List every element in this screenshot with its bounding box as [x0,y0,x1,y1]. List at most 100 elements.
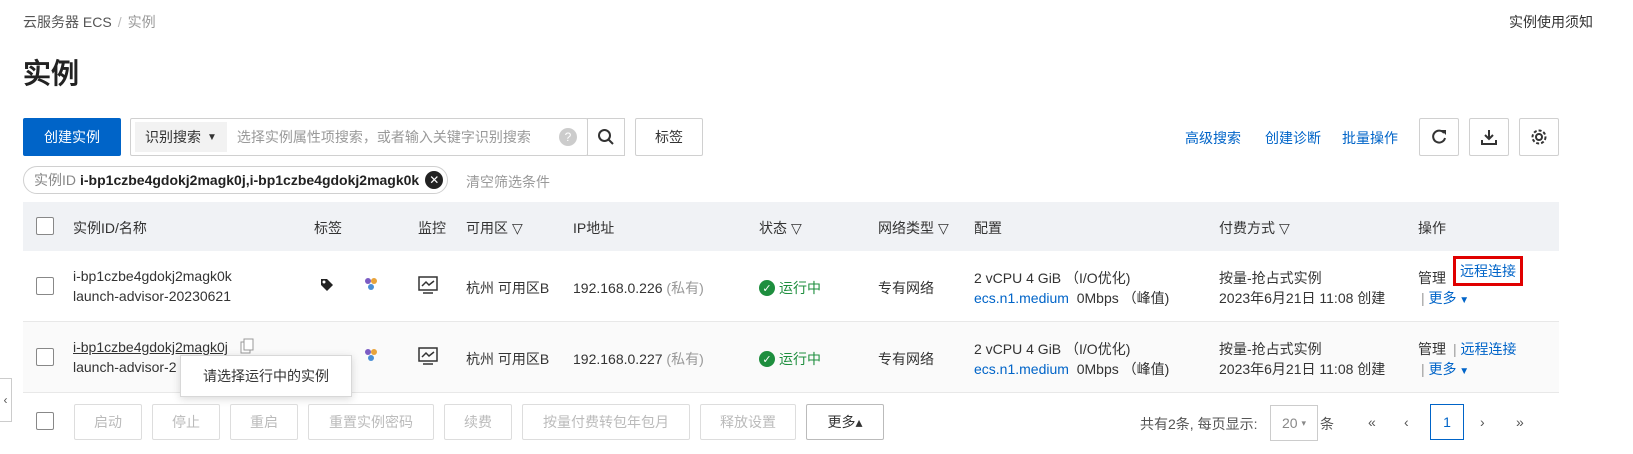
filter-value: i-bp1czbe4gdokj2magk0j,i-bp1czbe4gdokj2m… [80,172,420,188]
help-link[interactable]: 实例使用须知 [1509,12,1593,32]
start-button[interactable]: 启动 [74,404,142,440]
release-settings-button[interactable]: 释放设置 [700,404,796,440]
first-page-icon[interactable]: « [1368,414,1376,430]
header-tags: 标签 [314,220,342,236]
instance-id-link[interactable]: i-bp1czbe4gdokj2magk0k [73,268,232,284]
bandwidth: 0Mbps （峰值) [1076,290,1170,306]
download-icon [1481,130,1497,145]
next-page-icon[interactable]: › [1480,414,1485,430]
header-zone: 可用区 ▽ [466,218,523,238]
divider: | [1453,341,1457,357]
billing-type: 按量-抢占式实例 [1219,270,1322,286]
more-link[interactable]: 更多 [1429,290,1457,306]
last-page-icon[interactable]: » [1516,414,1524,430]
monitor-icon[interactable] [418,276,438,297]
stop-button[interactable]: 停止 [152,404,220,440]
breadcrumb-root[interactable]: 云服务器 ECS [23,14,112,30]
more-actions[interactable]: | 更多 ▼ [1421,288,1469,308]
convert-billing-button[interactable]: 按量付费转包年包月 [522,404,690,440]
page-size-select[interactable]: 20 ▾ [1270,405,1318,441]
instance-type-link[interactable]: ecs.n1.medium [974,361,1069,377]
renew-button[interactable]: 续费 [444,404,512,440]
filter-chip: 实例ID i-bp1czbe4gdokj2magk0j,i-bp1czbe4gd… [23,166,449,194]
filter-icon[interactable]: ▽ [512,220,523,237]
header-monitor: 监控 [418,220,446,236]
status-badge: ✓ 运行中 [759,278,821,298]
search-input[interactable]: 选择实例属性项搜索，或者输入关键字识别搜索 [237,127,559,147]
network-type: 专有网络 [878,280,934,296]
create-diagnosis-link[interactable]: 创建诊断 [1265,128,1321,148]
settings-button[interactable] [1519,118,1559,156]
config-type: ecs.n1.medium 0Mbps （峰值) [974,359,1169,379]
search-type-select[interactable]: 识别搜索 ▼ [135,122,227,152]
manage-link[interactable]: 管理 [1418,268,1446,288]
header-zone-label: 可用区 [466,220,508,236]
refresh-button[interactable] [1419,118,1459,156]
monitor-icon[interactable] [418,347,438,368]
search-button[interactable] [587,118,625,156]
filter-icon[interactable]: ▽ [791,220,802,237]
ip-note: (私有) [666,280,704,296]
more-link[interactable]: 更多 [1429,361,1457,377]
table-header: 实例ID/名称 标签 监控 可用区 ▽ IP地址 状态 ▽ 网络类型 ▽ 配置 付费方… [23,202,1559,251]
advanced-search-link[interactable]: 高级搜索 [1185,128,1241,148]
footer-select-all-checkbox[interactable] [36,412,54,430]
network-type: 专有网络 [878,351,934,367]
billing-type: 按量-抢占式实例 [1219,341,1322,357]
config-spec: 2 vCPU 4 GiB （I/O优化) [974,341,1131,357]
search-box: 识别搜索 ▼ 选择实例属性项搜索，或者输入关键字识别搜索 ? [130,118,588,156]
chevron-down-icon: ▾ [1301,417,1307,428]
prev-page-icon[interactable]: ‹ [1404,414,1409,430]
chevron-down-icon: ▼ [1456,366,1470,377]
table-row: i-bp1czbe4gdokj2magk0k launch-advisor-20… [23,251,1559,322]
restart-button[interactable]: 重启 [230,404,298,440]
config-type: ecs.n1.medium 0Mbps （峰值) [974,288,1169,308]
zone: 杭州 可用区B [466,280,550,296]
filter-icon[interactable]: ▽ [1279,220,1290,237]
tag-filter-button[interactable]: 标签 [635,118,703,156]
instance-name: launch-advisor-20230621 [73,288,231,304]
row-checkbox[interactable] [36,277,54,295]
status-text: 运行中 [779,280,821,296]
more-actions[interactable]: | 更多 ▼ [1421,359,1469,379]
header-status: 状态 ▽ [759,218,802,238]
divider: | [1421,361,1425,377]
close-icon[interactable]: ✕ [425,171,444,189]
header-status-label: 状态 [759,220,787,236]
sidebar-toggle[interactable]: ‹ [0,378,12,422]
instance-id-link[interactable]: i-bp1czbe4gdokj2magk0j [73,339,228,355]
more-batch-button[interactable]: 更多▴ [806,404,884,440]
remote-connect-link[interactable]: 远程连接 [1453,256,1523,286]
page-title: 实例 [23,58,80,89]
help-icon[interactable]: ? [559,128,577,146]
ip-note: (私有) [666,351,704,367]
created-time: 2023年6月21日 11:08 创建 [1219,290,1386,306]
gear-icon [1531,129,1547,145]
remote-connect: | 远程连接 [1453,339,1517,359]
row-checkbox[interactable] [36,348,54,366]
export-button[interactable] [1469,118,1509,156]
manage-link[interactable]: 管理 [1418,339,1446,359]
status-badge: ✓ 运行中 [759,349,821,369]
filter-icon[interactable]: ▽ [938,220,949,237]
remote-connect-link[interactable]: 远程连接 [1461,341,1517,357]
header-network: 网络类型 ▽ [878,218,949,238]
ip-address: 192.168.0.227 (私有) [573,349,704,369]
batch-operations-link[interactable]: 批量操作 [1342,128,1398,148]
create-instance-button[interactable]: 创建实例 [23,118,121,156]
page-size-unit: 条 [1320,416,1334,432]
select-all-checkbox[interactable] [36,217,54,235]
header-id-name: 实例ID/名称 [73,220,147,236]
resource-group-icon[interactable] [363,276,379,295]
divider: | [1421,290,1425,306]
tag-icon[interactable] [319,277,335,296]
search-type-label: 识别搜索 [145,129,201,145]
clear-filters-link[interactable]: 清空筛选条件 [466,172,550,192]
refresh-icon [1432,129,1446,144]
instance-type-link[interactable]: ecs.n1.medium [974,290,1069,306]
current-page[interactable]: 1 [1430,404,1464,440]
zone: 杭州 可用区B [466,351,550,367]
reset-password-button[interactable]: 重置实例密码 [308,404,434,440]
header-actions: 操作 [1418,220,1446,236]
resource-group-icon[interactable] [363,347,379,366]
